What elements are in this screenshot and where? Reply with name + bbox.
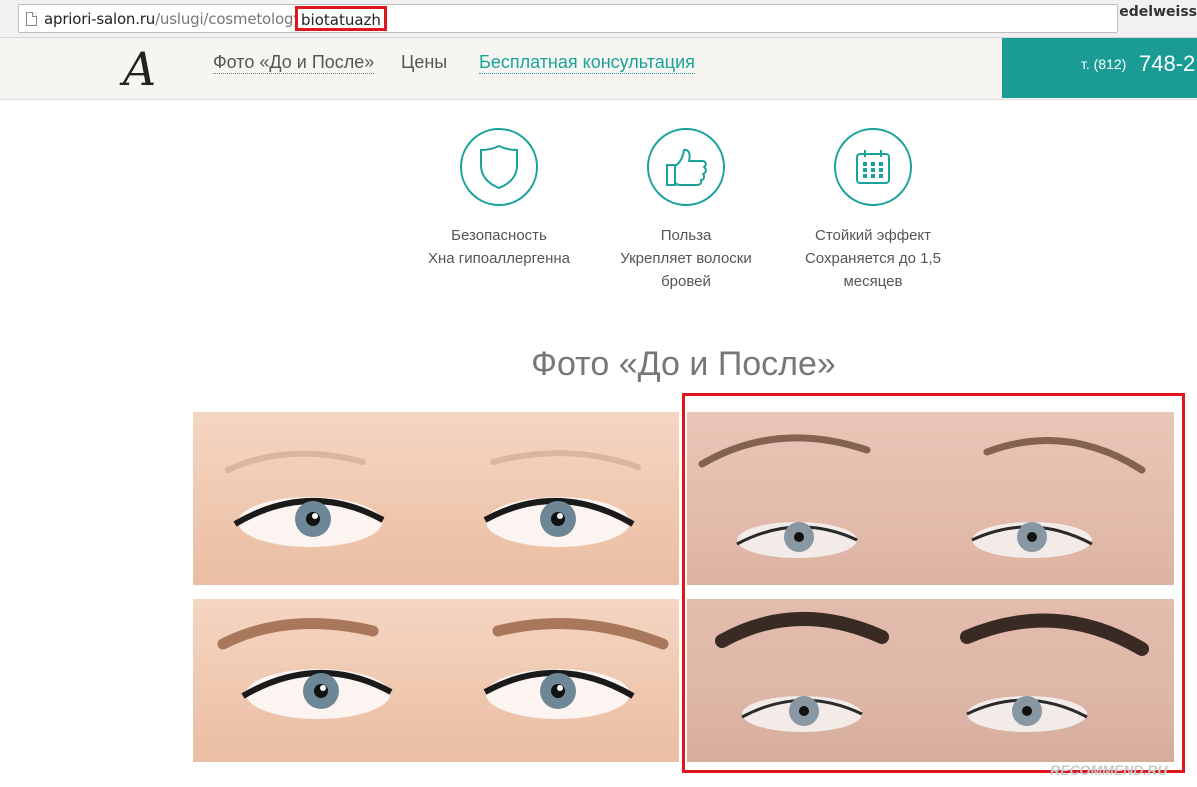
watermark: RECOMMEND.RU xyxy=(1050,762,1168,778)
browser-toolbar: apriori-salon.ru/uslugi/cosmetology biot… xyxy=(0,0,1197,38)
feature-desc: Сохраняется до 1,5 месяцев xyxy=(804,250,942,290)
calendar-icon xyxy=(834,128,912,206)
feature-title: Стойкий эффект xyxy=(814,227,932,244)
phone-block[interactable]: т. (812) 748-2 xyxy=(1002,38,1197,98)
feature-desc: Укрепляет волоски бровей xyxy=(620,250,752,290)
url-text: apriori-salon.ru/uslugi/cosmetology xyxy=(44,10,302,28)
nav-photo-before-after[interactable]: Фото «До и После» xyxy=(213,52,375,74)
phone-prefix: т. (812) xyxy=(1081,56,1127,72)
url-path: /uslugi/cosmetology xyxy=(155,10,302,28)
logo[interactable]: A xyxy=(123,46,156,92)
feature-title: Безопасность xyxy=(451,227,547,244)
url-highlight: biotatuazh xyxy=(295,6,387,31)
phone-number: 748-2 xyxy=(1139,51,1196,76)
feature-safety: Безопасность Хна гипоаллергенна xyxy=(414,128,584,270)
profile-name[interactable]: edelweiss xyxy=(1119,4,1197,20)
nav-prices[interactable]: Цены xyxy=(401,52,447,73)
photo-after-1[interactable] xyxy=(193,599,679,762)
shield-icon xyxy=(460,128,538,206)
photo-before-1[interactable] xyxy=(193,412,679,585)
url-domain: apriori-salon.ru xyxy=(44,10,156,28)
page-icon xyxy=(26,12,37,26)
nav-free-consultation[interactable]: Бесплатная консультация xyxy=(479,52,695,74)
feature-benefit: Польза Укрепляет волоски бровей xyxy=(601,128,771,293)
feature-desc: Хна гипоаллергенна xyxy=(427,250,571,267)
feature-title: Польза xyxy=(660,227,712,244)
gallery-title: Фото «До и После» xyxy=(531,345,836,383)
highlight-box xyxy=(682,393,1185,773)
feature-lasting-effect: Стойкий эффект Сохраняется до 1,5 месяце… xyxy=(788,128,958,293)
address-bar[interactable]: apriori-salon.ru/uslugi/cosmetology biot… xyxy=(18,4,1118,33)
thumbs-up-icon xyxy=(647,128,725,206)
